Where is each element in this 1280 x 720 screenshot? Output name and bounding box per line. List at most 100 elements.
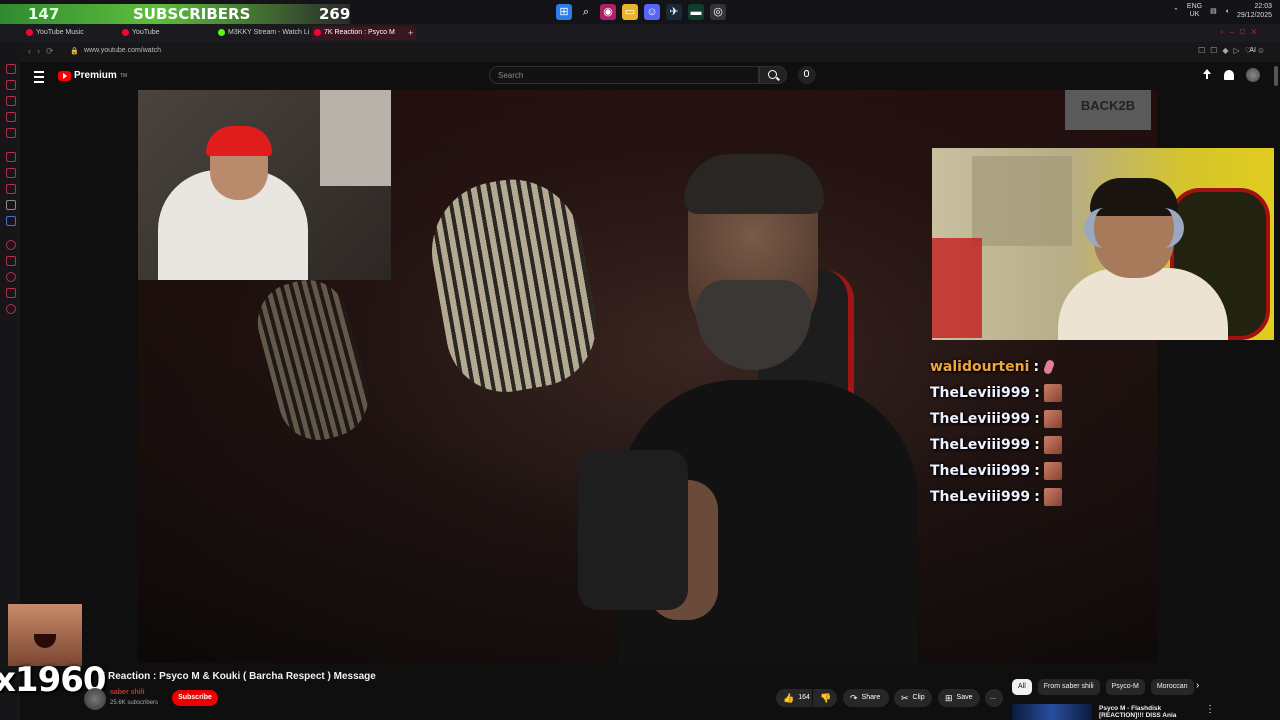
chip-moroccan[interactable]: Moroccan (1150, 679, 1194, 695)
youtube-premium-logo[interactable]: Premium TM (58, 70, 127, 81)
windows-start-icon[interactable]: ⊞ (556, 4, 572, 20)
window-controls[interactable]: ⌕–▢✕ (1220, 26, 1270, 40)
terminal-icon[interactable]: ▬ (688, 4, 704, 20)
sidebar-icon-4[interactable] (6, 112, 16, 122)
chevron-up-icon[interactable]: ⌃ (1173, 7, 1179, 15)
chat-separator: : (1033, 359, 1040, 375)
subscriber-label: SUBSCRIBERS (133, 5, 251, 23)
save-icon: ⊞ (945, 693, 953, 703)
channel-name[interactable]: saber shili (110, 689, 145, 696)
tab-youtube[interactable]: YouTube (120, 26, 222, 40)
sidebar-icon-5[interactable] (6, 128, 16, 138)
clock-date: 29/12/2025 (1236, 12, 1272, 19)
sidebar-icon-12[interactable] (6, 256, 16, 266)
folder-icon[interactable]: ▭ (622, 4, 638, 20)
chat-message: TheLeviii999: (930, 406, 1157, 432)
steam-icon[interactable]: ✈ (666, 4, 682, 20)
url-field[interactable]: www.youtube.com/watch (84, 47, 161, 54)
emote-icon (1043, 436, 1062, 454)
upload-icon[interactable] (1202, 69, 1212, 81)
sidebar-icon-10[interactable] (6, 216, 16, 226)
like-button[interactable]: 👍 164 (776, 689, 812, 707)
chat-username: walidourteni (930, 359, 1030, 375)
volume-icon[interactable]: ◖ (1225, 8, 1229, 15)
chat-separator: : (1034, 489, 1040, 505)
share-button[interactable]: ↷ Share (843, 689, 889, 707)
lock-icon[interactable]: 🔒 (70, 47, 79, 55)
chip-all[interactable]: All (1012, 679, 1032, 695)
app-icon[interactable]: ◉ (600, 4, 616, 20)
tab-label: M3KKY Stream - Watch Li (228, 29, 310, 36)
clock[interactable]: 22:03 29/12/2025 (1237, 2, 1272, 20)
dislike-button[interactable]: 👎 (813, 689, 837, 707)
sidebar-icon-2[interactable] (6, 80, 16, 90)
clip-button[interactable]: ✂ Clip (894, 689, 932, 707)
logo-trademark: TM (119, 72, 128, 79)
account-avatar[interactable] (1246, 68, 1260, 82)
guest-beard (696, 280, 811, 370)
search-icon[interactable]: ⌕ (578, 4, 594, 20)
save-label: Save (956, 694, 973, 701)
region-text: UK (1189, 11, 1200, 18)
ai-button[interactable]: AI (1249, 47, 1256, 54)
recommended-video-thumbnail[interactable] (1012, 704, 1092, 720)
chat-username: TheLeviii999 (930, 385, 1031, 401)
voice-search-button[interactable] (798, 66, 816, 84)
scrollbar-thumb[interactable] (1274, 66, 1278, 86)
emote-icon (1043, 384, 1062, 402)
sidebar-icon-7[interactable] (6, 168, 16, 178)
sidebar-icon-11[interactable] (6, 240, 16, 250)
kick-icon (218, 29, 225, 36)
recommended-video-title[interactable]: Psyco M - Flashdisk [REACTION]!!! DISS An… (1099, 705, 1176, 719)
kebab-menu-icon[interactable]: ⋮ (1205, 704, 1215, 715)
sidebar-icon-13[interactable] (6, 272, 16, 282)
sidebar-icon-14[interactable] (6, 288, 16, 298)
search-input[interactable]: Search (489, 66, 759, 84)
reaction-overlay-image (8, 604, 82, 666)
tab-kick-stream[interactable]: M3KKY Stream - Watch Li (216, 26, 318, 40)
chat-overlay: walidourteni: TheLeviii999: TheLeviii999… (930, 354, 1157, 510)
thumbs-down-icon: 👎 (820, 693, 832, 703)
sidebar-icon-1[interactable] (6, 64, 16, 74)
chat-separator: : (1034, 411, 1040, 427)
chat-separator: : (1034, 437, 1040, 453)
chip-from-channel[interactable]: From saber shili (1037, 679, 1100, 695)
nav-buttons[interactable]: ‹›⟳ (28, 46, 60, 57)
emote-icon (1043, 358, 1055, 376)
network-icon[interactable]: ▤ (1210, 7, 1217, 15)
clip-label: Clip (912, 694, 925, 701)
search-button[interactable] (759, 66, 787, 84)
save-button[interactable]: ⊞ Save (938, 689, 980, 707)
tab-active-video[interactable]: 7K Reaction : Psyco M (312, 26, 416, 40)
chip-psyco-m[interactable]: Psyco-M (1105, 679, 1145, 695)
settings-icon[interactable] (6, 304, 16, 314)
channel-avatar[interactable] (84, 688, 106, 710)
notifications-bell-icon[interactable] (1224, 70, 1234, 80)
chat-username: TheLeviii999 (930, 437, 1031, 453)
system-tray: ⌃ ENG UK ▤ ◖ 22:03 29/12/2025 (1173, 2, 1272, 20)
more-actions-button[interactable]: ... (985, 689, 1003, 707)
obs-icon[interactable]: ◎ (710, 4, 726, 20)
clock-time: 22:03 (1254, 3, 1272, 10)
language-indicator[interactable]: ENG UK (1187, 3, 1202, 19)
emote-icon (1043, 488, 1062, 506)
chat-message: walidourteni: (930, 354, 1157, 380)
browser-toolbar-icons[interactable]: ☐☐◆▷♡☺ (1198, 46, 1270, 55)
subscribe-button[interactable]: Subscribe (172, 690, 218, 706)
sidebar-icon-8[interactable] (6, 184, 16, 194)
youtube-header: Premium TM Search (20, 62, 1280, 90)
tab-label: 7K Reaction : Psyco M (324, 29, 395, 36)
tab-youtube-music[interactable]: YouTube Music (24, 26, 126, 40)
chat-message: TheLeviii999: (930, 484, 1157, 510)
webcam-left (138, 90, 391, 280)
menu-icon[interactable] (34, 71, 44, 83)
discord-icon[interactable]: ☺ (644, 4, 660, 20)
chat-message: TheLeviii999: (930, 432, 1157, 458)
streamer-sweater (1058, 268, 1228, 340)
rec-title-line-1: Psyco M - Flashdisk (1099, 705, 1162, 712)
sidebar-icon-3[interactable] (6, 96, 16, 106)
x-icon[interactable] (6, 200, 16, 210)
sidebar-icon-6[interactable] (6, 152, 16, 162)
new-tab-button[interactable]: + (406, 26, 422, 40)
chevron-right-icon[interactable]: › (1196, 680, 1199, 691)
